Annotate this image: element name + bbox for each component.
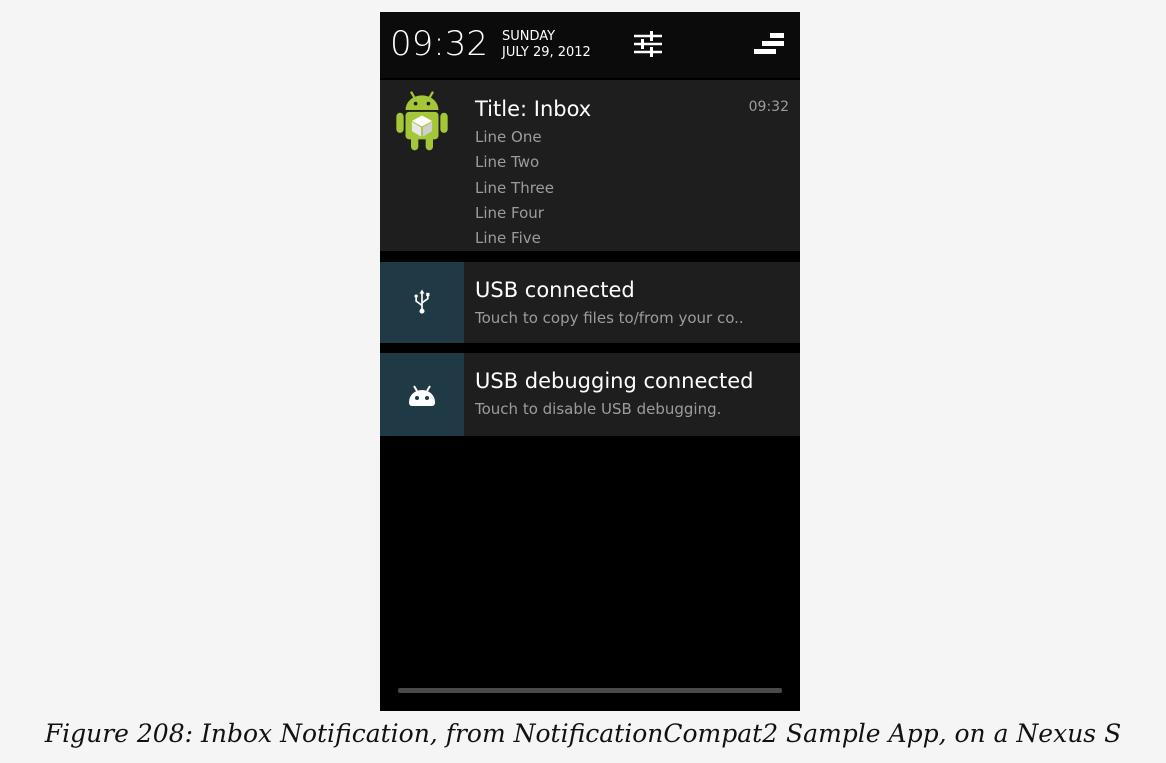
notification-text: Touch to disable USB debugging.: [475, 400, 722, 418]
notification-title: Title: Inbox: [475, 97, 592, 121]
notification-text: Touch to copy files to/from your co..: [475, 309, 744, 327]
notification-icon-tile: [380, 262, 464, 343]
figure-caption: Figure 208: Inbox Notification, from Not…: [44, 719, 1122, 748]
clear-all-icon[interactable]: [750, 30, 784, 58]
notification-title: USB debugging connected: [475, 369, 754, 393]
notification-time: 09:32: [748, 99, 789, 115]
date-block: SUNDAY JULY 29, 2012: [502, 29, 591, 61]
inbox-line: Line Five: [475, 229, 541, 247]
inbox-line: Line Two: [475, 153, 540, 171]
day-label: SUNDAY: [502, 29, 556, 44]
usb-icon: [414, 289, 430, 314]
date-label: JULY 29, 2012: [502, 45, 591, 60]
usb-connected-notification[interactable]: USB connected Touch to copy files to/fro…: [380, 262, 800, 343]
inbox-line: Line Three: [475, 179, 554, 197]
usb-debugging-notification[interactable]: USB debugging connected Touch to disable…: [380, 353, 800, 436]
notification-icon-tile: [380, 353, 464, 436]
inbox-notification[interactable]: Title: Inbox 09:32 Line One Line Two Lin…: [380, 80, 800, 251]
phone-screen: 09:32 SUNDAY JULY 29, 2012 Title: Inbox …: [380, 12, 800, 711]
android-debug-icon: [409, 385, 435, 406]
notification-title: USB connected: [475, 278, 635, 302]
android-robot-icon: [396, 91, 448, 151]
quick-settings-icon[interactable]: [632, 28, 664, 60]
inbox-line: Line One: [475, 128, 542, 146]
notification-icon-tile: [380, 80, 464, 251]
clock: 09:32: [390, 24, 488, 64]
shade-drag-handle[interactable]: [398, 688, 782, 693]
notification-shade-header: 09:32 SUNDAY JULY 29, 2012: [380, 12, 800, 78]
inbox-line: Line Four: [475, 204, 544, 222]
